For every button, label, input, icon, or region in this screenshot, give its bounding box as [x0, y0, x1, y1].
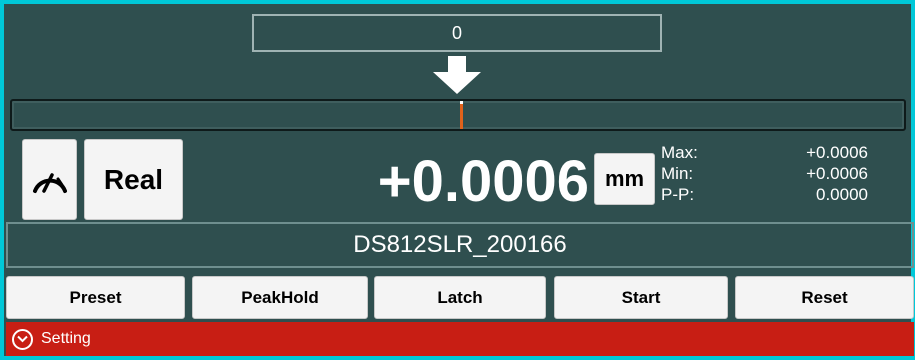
stat-max-label: Max:	[661, 143, 698, 162]
setting-bar[interactable]: Setting	[6, 322, 914, 356]
stat-min: Min: +0.0006	[661, 163, 868, 184]
indicator-value-box: 0	[252, 14, 662, 52]
setting-label: Setting	[41, 330, 91, 347]
gauge-button[interactable]	[22, 139, 77, 220]
stat-pp: P-P: 0.0000	[661, 184, 868, 205]
latch-button[interactable]: Latch	[374, 276, 546, 319]
down-arrow-icon	[433, 56, 481, 94]
device-name-box: DS812SLR_200166	[6, 222, 914, 268]
reset-button[interactable]: Reset	[735, 276, 914, 319]
device-name: DS812SLR_200166	[353, 231, 567, 258]
main-panel: 0 Real +0.0006 mm Max: +0.0006 Min: +0.0…	[4, 4, 914, 356]
stat-pp-label: P-P:	[661, 185, 695, 204]
stat-min-value: +0.0006	[806, 164, 868, 183]
measurement-reading: +0.0006	[377, 149, 589, 214]
deviation-scale-bar	[10, 99, 906, 131]
scale-needle	[460, 101, 463, 129]
start-button[interactable]: Start	[554, 276, 728, 319]
chevron-down-icon[interactable]	[12, 328, 33, 350]
peakhold-button[interactable]: PeakHold	[192, 276, 368, 319]
stat-max: Max: +0.0006	[661, 142, 868, 163]
stat-min-label: Min:	[661, 164, 694, 183]
mode-real-button[interactable]: Real	[84, 139, 183, 220]
stat-pp-value: 0.0000	[816, 185, 868, 204]
scale-needle-tip	[460, 101, 463, 104]
stat-max-value: +0.0006	[806, 143, 868, 162]
indicator-value: 0	[451, 22, 462, 43]
preset-button[interactable]: Preset	[6, 276, 185, 319]
unit-button[interactable]: mm	[594, 153, 655, 205]
speedometer-icon	[32, 172, 67, 193]
stats-panel: Max: +0.0006 Min: +0.0006 P-P: 0.0000	[661, 142, 868, 205]
